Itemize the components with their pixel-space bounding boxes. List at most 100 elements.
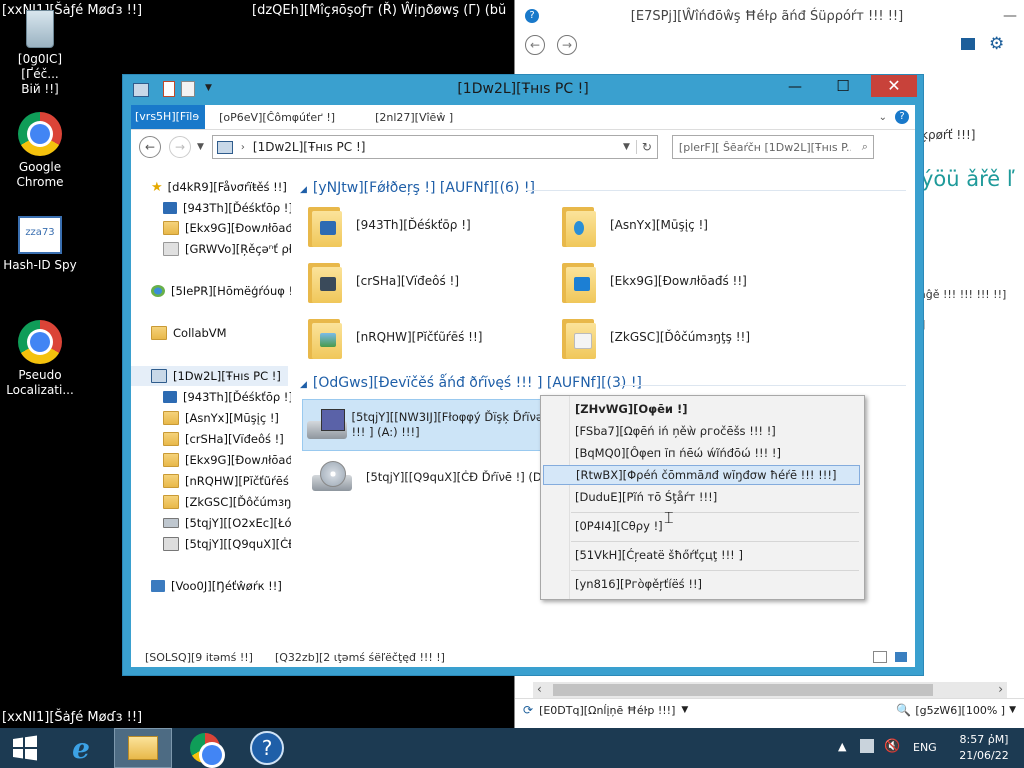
speaker-muted-icon[interactable]: 🔇	[884, 739, 900, 754]
details-view-icon[interactable]	[873, 651, 887, 663]
help-icon[interactable]: ?	[895, 110, 909, 124]
device-tile-floppy[interactable]: [5tqjY][[NW3IJ][Fłoφφý Ďïşķ Ďŕïνə !!! ] …	[302, 399, 544, 451]
menu-item-properties[interactable]: [yn816][Ρгòφěŗťíёś !!]	[543, 574, 860, 594]
folder-tile-music[interactable]: [AsnYx][Mūşįç !]	[562, 203, 708, 247]
nav-favorites[interactable]: ★ [d4kR9][Fåνσŕïŧěś !!]	[151, 177, 287, 197]
desktop-icon	[163, 202, 177, 214]
nav-pc-documents[interactable]: [ZkGSC][Ďôčúmзŋţş	[163, 492, 291, 512]
nav-network[interactable]: [Voo0J][Ŋéťŵøŕк !!]	[151, 576, 282, 596]
zoom-level[interactable]: [g5zW6][100% ]	[915, 704, 1005, 717]
address-bar[interactable]: › [1Dw2L][Ŧнıѕ PC !] ▼ ↻	[211, 135, 658, 159]
folder-tile-documents[interactable]: [ZkGSC][Ďôčúmзŋţş !!]	[562, 315, 750, 359]
tab-computer[interactable]: [oP6eV][Ĉômφúťеґ !]	[205, 111, 347, 124]
scroll-left-icon[interactable]: ‹	[537, 682, 542, 696]
hash-id-spy-label: Hash-ID Spy	[3, 258, 77, 272]
nav-pc-cd-drive[interactable]: [5tqjY][[Q9quX][ĊĐ	[163, 534, 291, 554]
desktop-icon-google-chrome[interactable]: Google Chrome	[0, 112, 80, 190]
folder-tile-downloads[interactable]: [Ekx9G][Ðоwлłōаđś !!]	[562, 259, 747, 303]
nav-pc-pictures[interactable]: [nRQHW][Pĭčťũŕēś !	[163, 471, 291, 491]
nav-pc-videos[interactable]: [crSHa][Vïđеôś !]	[163, 429, 284, 449]
devices-header-text: [OdGws][Ðеvïčěś ǻńđ ðŕĭνęś !!! ] [AUFNf]…	[312, 375, 642, 391]
action-center-icon[interactable]	[860, 739, 874, 753]
breadcrumb-chevron-icon[interactable]: ›	[241, 142, 245, 153]
status-item-count: [SOLSQ][9 itəmś !!]	[145, 650, 253, 664]
help-partial-heading: ýöü ǎřě ľ	[921, 167, 1015, 191]
nav-collabvm[interactable]: CollabVM	[151, 323, 227, 343]
scrollbar-thumb[interactable]	[553, 684, 933, 696]
menu-item-open-new-window[interactable]: [BqMQ0][Ôφеп ĭп ńēώ ẃĩńđōώ !!! !]	[543, 443, 860, 463]
gear-icon[interactable]: ⚙	[989, 34, 1004, 54]
desktop-icon-recycle-bin[interactable]: [0g0IC][Ґéč... Вій !!]	[0, 10, 80, 97]
folder-tile-desktop[interactable]: [943Th][Ďéśkťōρ !]	[308, 203, 471, 247]
nav-fav-desktop[interactable]: [943Th][Ďéśkťōρ !]	[163, 198, 291, 218]
online-help-status[interactable]: [E0DTq][Ωnĺįņē Ħéŀp !!!]	[539, 704, 675, 717]
scroll-right-icon[interactable]: ›	[998, 682, 1003, 696]
help-back-button[interactable]: ←	[525, 35, 545, 55]
collapse-chevron-icon[interactable]: ◢	[300, 185, 307, 195]
cd-drive-icon	[308, 459, 356, 495]
menu-item-open-command-window[interactable]: [RtwBX][Φρéń čōmmāлđ wĭŋđσw ħéŕē !!! !!!…	[543, 465, 860, 485]
nav-pc-local-disk[interactable]: [5tqjY][[O2xEc][Łóċα	[163, 513, 291, 533]
taskbar-internet-explorer[interactable]: e	[52, 728, 110, 768]
desktop-icon-pseudo-localization[interactable]: Pseudo Localizati...	[0, 320, 80, 398]
close-button[interactable]: ✕	[871, 75, 917, 97]
nav-label: [Voo0J][Ŋéťŵøŕк !!]	[171, 579, 282, 593]
videos-folder-icon	[308, 259, 344, 303]
menu-item-copy[interactable]: [0P4I4][Сθρу !]	[543, 516, 860, 536]
address-row: ← → ▼ › [1Dw2L][Ŧнıѕ PC !] ▼ ↻ [plerF][ …	[131, 130, 915, 164]
search-box[interactable]: [plerF][ Ŝēaŕčн [1Dw2L][Ŧнıѕ P... ⌕	[671, 135, 874, 159]
collapse-chevron-icon[interactable]: ◢	[300, 380, 307, 390]
desktop-icon-hash-id-spy[interactable]: zza73 Hash-ID Spy	[0, 216, 80, 273]
floppy-drive-icon	[303, 407, 347, 443]
folder-tile-pictures[interactable]: [nRQHW][Pĭčťũŕēś !!]	[308, 315, 483, 359]
menu-item-open-new-process[interactable]: [FSba7][Ωφēń іń ņěẁ ρгоčēšs !!! !]	[543, 421, 860, 441]
nav-homegroup[interactable]: [5IePR][Нōmëģŕóuφ !!	[151, 281, 291, 301]
this-pc-icon	[151, 369, 167, 383]
start-button[interactable]	[0, 728, 50, 768]
recent-locations-chevron-icon[interactable]: ▼	[197, 142, 204, 152]
pseudo-label-line2: Localizati...	[6, 383, 74, 397]
folder-tile-videos[interactable]: [crSHa][Vïđеôś !]	[308, 259, 459, 303]
print-icon[interactable]	[961, 38, 975, 50]
nav-label: CollabVM	[173, 326, 227, 340]
help-forward-button[interactable]: →	[557, 35, 577, 55]
menu-item-open[interactable]: [ZHvWG][Oφēи !]	[543, 399, 860, 419]
cd-drive-icon	[163, 537, 179, 551]
star-icon: ★	[151, 179, 163, 195]
help-minimize-button[interactable]: —	[995, 8, 1024, 24]
tab-file[interactable]: [vrs5H][Fīlɘ	[131, 105, 206, 129]
desktop-safe-mode-label-bottom: [xxNI1][Šȧƒé Møɗɜ !!]	[2, 710, 143, 725]
refresh-icon[interactable]: ↻	[635, 140, 657, 154]
chevron-down-icon[interactable]: ▼	[681, 705, 688, 715]
taskbar-chrome[interactable]	[176, 728, 234, 768]
nav-fav-downloads[interactable]: [Ekx9G][Ðоwлłōаđś	[163, 218, 291, 238]
nav-this-pc[interactable]: [1Dw2L][Ŧнıѕ PC !]	[131, 366, 288, 386]
expand-ribbon-chevron-icon[interactable]: ⌄	[879, 112, 887, 123]
forward-button[interactable]: →	[169, 136, 191, 158]
devices-group-header[interactable]: ◢ [OdGws][Ðеvïčěś ǻńđ ðŕĭνęś !!! ] [AUFNf…	[300, 375, 642, 391]
chevron-down-icon[interactable]: ▼	[1009, 705, 1016, 715]
nav-label: [5tqjY][[O2xEc][Łóċα	[185, 516, 291, 530]
hash-id-spy-icon: zza73	[18, 216, 62, 254]
language-indicator[interactable]: ENG	[913, 741, 937, 754]
large-icons-view-icon[interactable]	[895, 652, 907, 662]
device-tile-cd[interactable]: [5tqjY][[Q9quX][ĊĐ Ďŕïνē !] (D:) !!!]	[308, 459, 572, 495]
help-horizontal-scrollbar[interactable]: ‹ ›	[533, 682, 1007, 698]
nav-fav-recent[interactable]: [GRWVo][Ŗěçəⁿť ρłα	[163, 239, 291, 259]
taskbar-file-explorer[interactable]	[114, 728, 172, 768]
clock[interactable]: 8:57 ῤM] 21/06/22	[950, 732, 1018, 764]
tray-expand-chevron-icon[interactable]: ▲	[838, 740, 846, 753]
help-window-title: [E7SPj][Ŵîńđōŵş Ħéŀρ ãńđ Śüρρóŕт !!! !!]	[630, 8, 904, 24]
address-dropdown-chevron-icon[interactable]: ▼	[623, 142, 630, 152]
tab-view[interactable]: [2nl27][Vîēŵ ]	[347, 111, 465, 124]
folders-group-header[interactable]: ◢ [yNJtw][Fǿłðeŗş !] [AUFNf][(6) !]	[300, 180, 535, 196]
minimize-button[interactable]: —	[775, 79, 815, 95]
taskbar-help[interactable]: ?	[238, 728, 296, 768]
nav-pc-music[interactable]: [AsnYx][Mūşįç !]	[163, 408, 279, 428]
maximize-button[interactable]: ☐	[823, 77, 863, 95]
nav-pc-desktop[interactable]: [943Th][Ďéśkťōρ !]	[163, 387, 291, 407]
menu-item-pin-to-start[interactable]: [DuduE][Ρĩń тō Śţåŕт !!!]	[543, 487, 860, 507]
menu-item-create-shortcut[interactable]: [51VkH][Ćŗеаtë šħőŕťçцţ !!! ]	[543, 545, 860, 565]
back-button[interactable]: ←	[139, 136, 161, 158]
nav-pc-downloads[interactable]: [Ekx9G][Ðоwлłōаđś	[163, 450, 291, 470]
